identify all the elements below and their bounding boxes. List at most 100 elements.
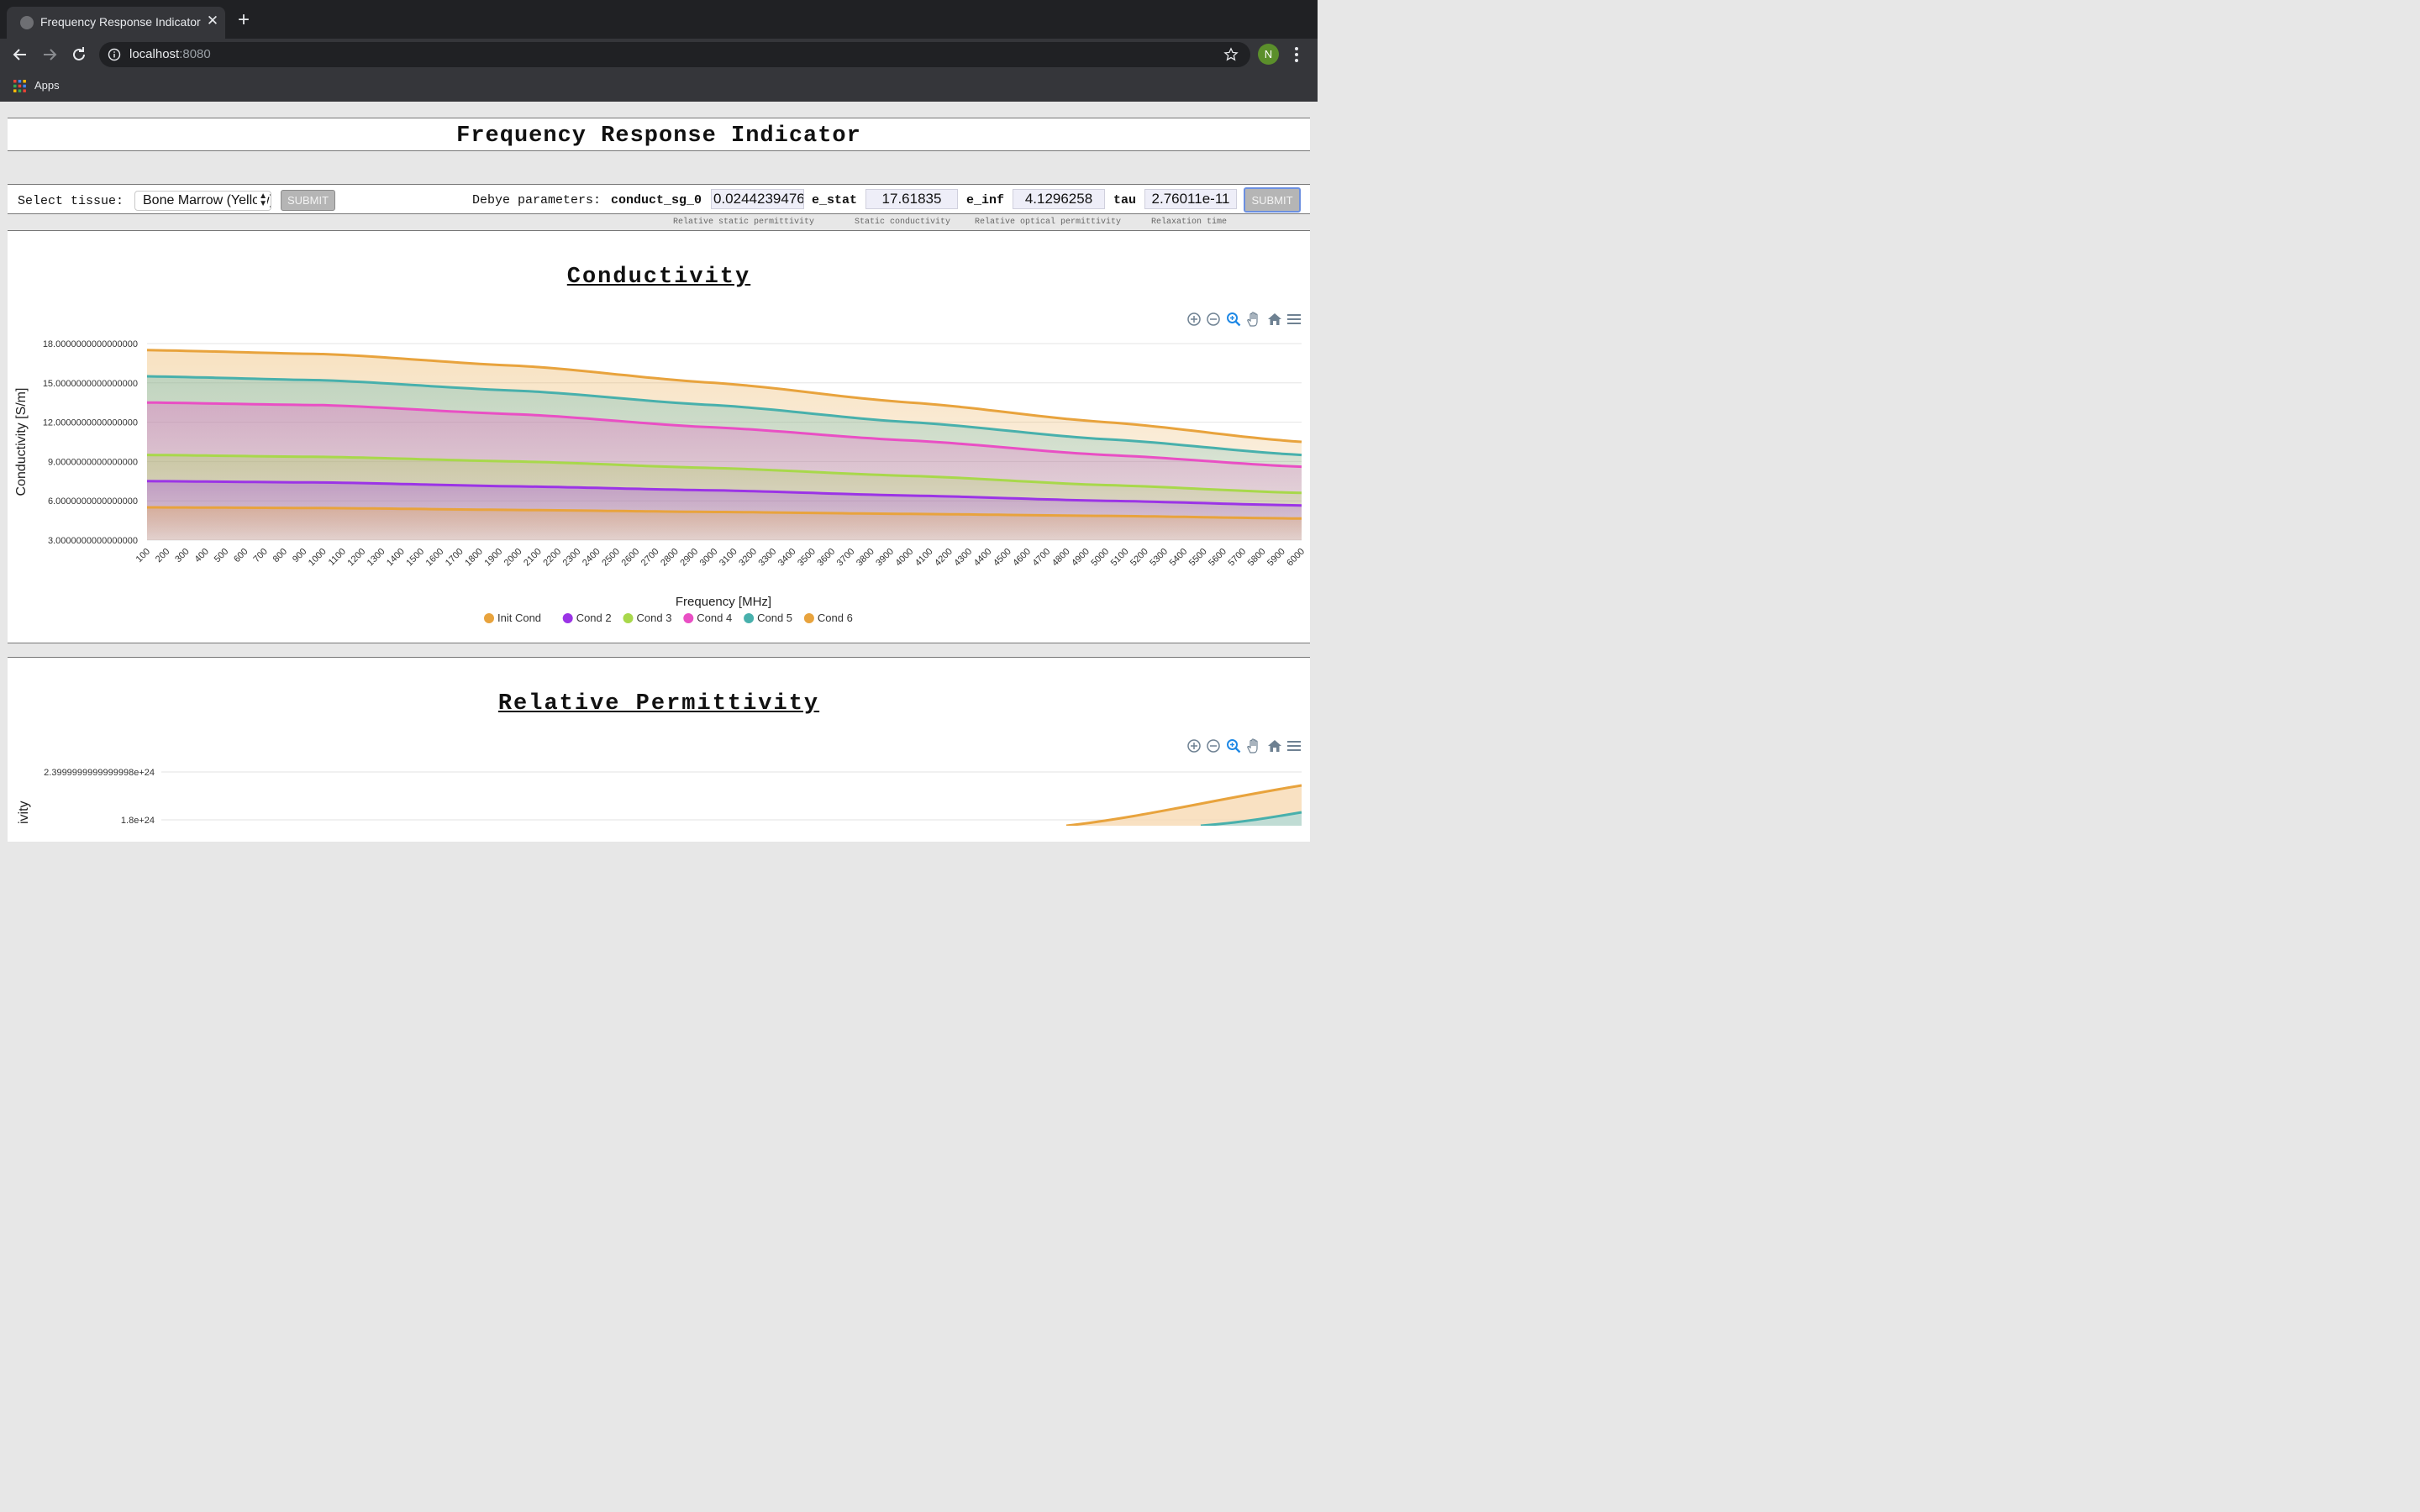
x-tick-label: 3800 xyxy=(855,547,876,569)
hint-static-conductivity: Static conductivity xyxy=(855,218,951,227)
tau-input[interactable]: 2.76011e-11 xyxy=(1144,189,1237,209)
x-tick-label: 3400 xyxy=(776,547,798,569)
x-tick-label: 1700 xyxy=(444,547,466,569)
legend-item: Cond 5 xyxy=(757,612,792,624)
x-tick-label: 4700 xyxy=(1031,547,1053,569)
y-axis-title: ivity xyxy=(17,801,31,824)
legend-marker xyxy=(744,613,755,623)
select-arrows-icon: ▲ ▼ xyxy=(257,192,267,208)
bookmarks-bar: Apps xyxy=(0,71,1318,102)
x-tick-label: 600 xyxy=(232,547,250,564)
page-title: Frequency Response Indicator xyxy=(456,123,861,149)
controls-panel: Select tissue: Bone Marrow (Yellow) ▲ ▼ S… xyxy=(8,184,1310,214)
x-tick-label: 4300 xyxy=(952,547,974,569)
e-inf-input[interactable]: 4.1296258 xyxy=(1013,189,1105,209)
x-tick-label: 5800 xyxy=(1246,547,1268,569)
x-tick-label: 5400 xyxy=(1168,547,1190,569)
x-tick-label: 2700 xyxy=(639,547,661,569)
x-tick-label: 100 xyxy=(134,547,152,564)
legend-marker xyxy=(562,613,573,623)
x-tick-label: 1200 xyxy=(345,547,367,569)
x-tick-label: 400 xyxy=(193,547,211,564)
address-bar[interactable]: localhost:8080 xyxy=(99,42,1250,67)
browser-tab[interactable]: Frequency Response Indicator ✕ xyxy=(7,7,225,39)
y-tick-label: 1.8e+24 xyxy=(121,816,155,826)
hint-relative-optical-permittivity: Relative optical permittivity xyxy=(975,218,1122,227)
tissue-select[interactable]: Bone Marrow (Yellow) ▲ ▼ xyxy=(134,191,271,211)
x-tick-label: 3100 xyxy=(718,547,739,569)
reload-icon[interactable] xyxy=(69,45,89,65)
x-tick-label: 5100 xyxy=(1109,547,1131,569)
x-tick-label: 3600 xyxy=(815,547,837,569)
legend-item: Init Cond xyxy=(497,612,541,624)
tab-title: Frequency Response Indicator xyxy=(40,15,201,29)
forward-arrow-icon[interactable] xyxy=(39,45,60,65)
x-tick-label: 1500 xyxy=(404,547,426,569)
x-tick-label: 2200 xyxy=(541,547,563,569)
browser-tab-strip: Frequency Response Indicator ✕ + xyxy=(0,0,1318,39)
x-tick-label: 4000 xyxy=(894,547,916,569)
e-inf-label: e_inf xyxy=(966,193,1005,207)
x-tick-label: 4900 xyxy=(1070,547,1092,569)
x-tick-label: 2800 xyxy=(659,547,681,569)
legend-marker xyxy=(484,613,494,623)
e-stat-input[interactable]: 17.61835 xyxy=(865,189,958,209)
y-axis-title: Conductivity [S/m] xyxy=(14,388,29,496)
x-tick-label: 1300 xyxy=(366,547,387,569)
x-tick-label: 1100 xyxy=(327,547,348,568)
debye-submit-button[interactable]: SUBMIT xyxy=(1244,187,1301,213)
legend-item: Cond 4 xyxy=(697,612,732,624)
x-tick-label: 3900 xyxy=(874,547,896,569)
x-tick-label: 1400 xyxy=(385,547,407,569)
tissue-select-value: Bone Marrow (Yellow) xyxy=(143,193,271,207)
profile-avatar[interactable]: N xyxy=(1258,44,1279,65)
y-tick-label: 3.0000000000000000 xyxy=(48,536,138,546)
x-tick-label: 3500 xyxy=(796,547,818,569)
apps-bookmark-label[interactable]: Apps xyxy=(34,79,60,92)
new-tab-button[interactable]: + xyxy=(238,10,250,30)
x-tick-label: 6000 xyxy=(1285,547,1307,569)
x-tick-label: 2500 xyxy=(600,547,622,569)
kebab-menu-icon[interactable] xyxy=(1290,46,1303,63)
x-tick-label: 5300 xyxy=(1148,547,1170,569)
x-tick-label: 5700 xyxy=(1226,547,1248,569)
debye-parameters-label: Debye parameters: xyxy=(472,193,602,207)
x-tick-label: 3000 xyxy=(698,547,720,569)
permittivity-chart-panel: Relative Permittivity 2.3999999999999998… xyxy=(8,657,1310,842)
conductivity-chart-panel: Conductivity 18.0000000000000000 15.00000… xyxy=(8,230,1310,643)
x-tick-label: 500 xyxy=(213,547,230,564)
url-port: :8080 xyxy=(179,47,211,61)
x-tick-label: 1900 xyxy=(483,547,505,569)
y-tick-label: 2.3999999999999998e+24 xyxy=(44,768,155,778)
legend-marker xyxy=(623,613,634,623)
back-arrow-icon[interactable] xyxy=(10,45,30,65)
y-tick-label: 12.0000000000000000 xyxy=(43,418,138,428)
apps-grid-icon[interactable] xyxy=(13,80,26,92)
e-stat-label: e_stat xyxy=(812,193,858,207)
globe-icon xyxy=(20,16,34,29)
close-tab-icon[interactable]: ✕ xyxy=(205,13,220,29)
x-tick-label: 1000 xyxy=(307,547,329,569)
x-tick-label: 1800 xyxy=(463,547,485,569)
x-tick-label: 3300 xyxy=(757,547,779,569)
browser-toolbar: localhost:8080 N xyxy=(0,39,1318,71)
x-tick-label: 4500 xyxy=(992,547,1013,569)
legend-marker xyxy=(803,613,814,623)
info-icon[interactable] xyxy=(108,48,121,61)
x-tick-label: 2000 xyxy=(502,547,524,569)
url-text: localhost:8080 xyxy=(129,47,211,61)
x-tick-label: 5000 xyxy=(1089,547,1111,569)
x-tick-label: 900 xyxy=(291,547,308,564)
permittivity-chart: 2.3999999999999998e+24 1.8e+24 ivity xyxy=(17,768,1302,826)
x-tick-label: 300 xyxy=(173,547,191,564)
conductivity-chart: 18.0000000000000000 15.0000000000000000 12… xyxy=(14,339,1307,624)
x-tick-label: 700 xyxy=(251,547,269,564)
legend-item: Cond 2 xyxy=(576,612,612,624)
bookmark-star-icon[interactable] xyxy=(1223,47,1239,62)
conduct-sg-0-input[interactable]: 0.02442394762 xyxy=(711,189,804,209)
y-tick-label: 6.0000000000000000 xyxy=(48,496,138,507)
x-axis-title: Frequency [MHz] xyxy=(676,595,771,609)
tissue-submit-button[interactable]: SUBMIT xyxy=(281,190,335,211)
tau-label: tau xyxy=(1113,193,1137,207)
x-tick-label: 2100 xyxy=(522,547,544,569)
